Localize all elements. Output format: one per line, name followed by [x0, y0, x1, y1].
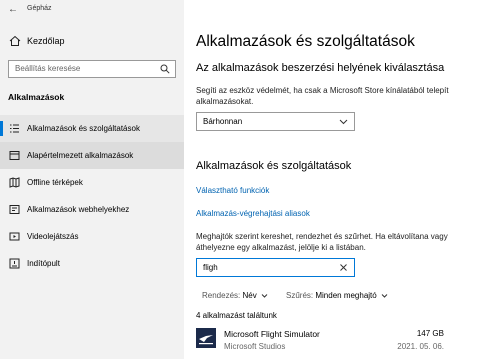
video-icon [9, 232, 20, 241]
install-source-heading: Az alkalmazások beszerzési helyének kivá… [196, 62, 445, 74]
app-name: Microsoft Flight Simulator [224, 329, 320, 339]
active-indicator [0, 121, 3, 136]
search-placeholder: Beállítás keresése [15, 64, 81, 73]
website-icon [9, 205, 20, 214]
list-icon [10, 124, 19, 133]
title-bar: ← Gépház [0, 0, 184, 18]
sidebar-item-label: Alkalmazások webhelyekhez [27, 205, 130, 214]
chevron-down-icon [339, 119, 348, 125]
filter-label: Szűrés: [286, 291, 314, 300]
dropdown-value: Bárhonnan [203, 117, 243, 126]
close-icon[interactable] [339, 263, 348, 272]
sidebar-item-label: Videolejátszás [27, 232, 79, 241]
chevron-down-icon [261, 294, 268, 299]
list-item[interactable]: Microsoft Flight Simulator Microsoft Stu… [196, 326, 468, 359]
map-icon [9, 177, 20, 188]
sort-label: Rendezés: [202, 291, 241, 300]
install-source-dropdown[interactable]: Bárhonnan [196, 112, 355, 131]
install-source-description: Segíti az eszköz védelmét, ha csak a Mic… [196, 86, 449, 106]
app-date: 2021. 05. 06. [397, 342, 444, 351]
default-apps-icon [9, 151, 20, 160]
section-label: Alkalmazások [8, 92, 65, 102]
filter-value: Minden meghajtó [315, 291, 377, 300]
sort-dropdown[interactable]: Rendezés: Név [202, 291, 268, 300]
sidebar-item-apps-features[interactable]: Alkalmazások és szolgáltatások [0, 115, 184, 142]
sidebar-item-default-apps[interactable]: Alapértelmezett alkalmazások [0, 142, 184, 169]
found-count: 4 alkalmazást találtunk [196, 311, 277, 320]
sidebar-item-video-playback[interactable]: Videolejátszás [0, 223, 184, 250]
app-execution-aliases-link[interactable]: Alkalmazás-végrehajtási aliasok [196, 209, 310, 218]
flight-simulator-icon [196, 328, 216, 348]
sidebar: ← Gépház Kezdőlap Beállítás keresése Alk… [0, 0, 184, 359]
sidebar-item-startup[interactable]: Indítópult [0, 250, 184, 277]
app-size: 147 GB [416, 329, 444, 338]
back-arrow-icon[interactable]: ← [8, 4, 18, 15]
settings-search-input[interactable]: Beállítás keresése [8, 60, 176, 78]
filter-dropdown[interactable]: Szűrés: Minden meghajtó [286, 291, 388, 300]
window-title: Gépház [27, 5, 52, 12]
apps-description: Meghajtók szerint kereshet, rendezhet és… [196, 232, 448, 252]
apps-features-heading: Alkalmazások és szolgáltatások [196, 160, 352, 172]
page-title: Alkalmazások és szolgáltatások [196, 33, 415, 50]
app-publisher: Microsoft Studios [224, 342, 286, 351]
sidebar-item-label: Offline térképek [27, 178, 83, 187]
optional-features-link[interactable]: Választható funkciók [196, 186, 269, 195]
sort-value: Név [242, 291, 257, 300]
sidebar-item-offline-maps[interactable]: Offline térképek [0, 169, 184, 196]
sidebar-item-home[interactable]: Kezdőlap [0, 33, 184, 53]
search-input-value: fligh [203, 263, 218, 272]
home-icon [9, 35, 21, 46]
startup-icon [9, 258, 20, 269]
home-label: Kezdőlap [27, 36, 65, 46]
sidebar-item-label: Indítópult [27, 259, 60, 268]
sidebar-item-label: Alapértelmezett alkalmazások [27, 151, 134, 160]
main-content: Alkalmazások és szolgáltatások Az alkalm… [184, 0, 480, 359]
app-search-input[interactable]: fligh [196, 258, 355, 277]
chevron-down-icon [381, 294, 388, 299]
sidebar-item-label: Alkalmazások és szolgáltatások [27, 124, 140, 133]
sidebar-item-apps-websites[interactable]: Alkalmazások webhelyekhez [0, 196, 184, 223]
search-icon[interactable] [160, 64, 170, 74]
